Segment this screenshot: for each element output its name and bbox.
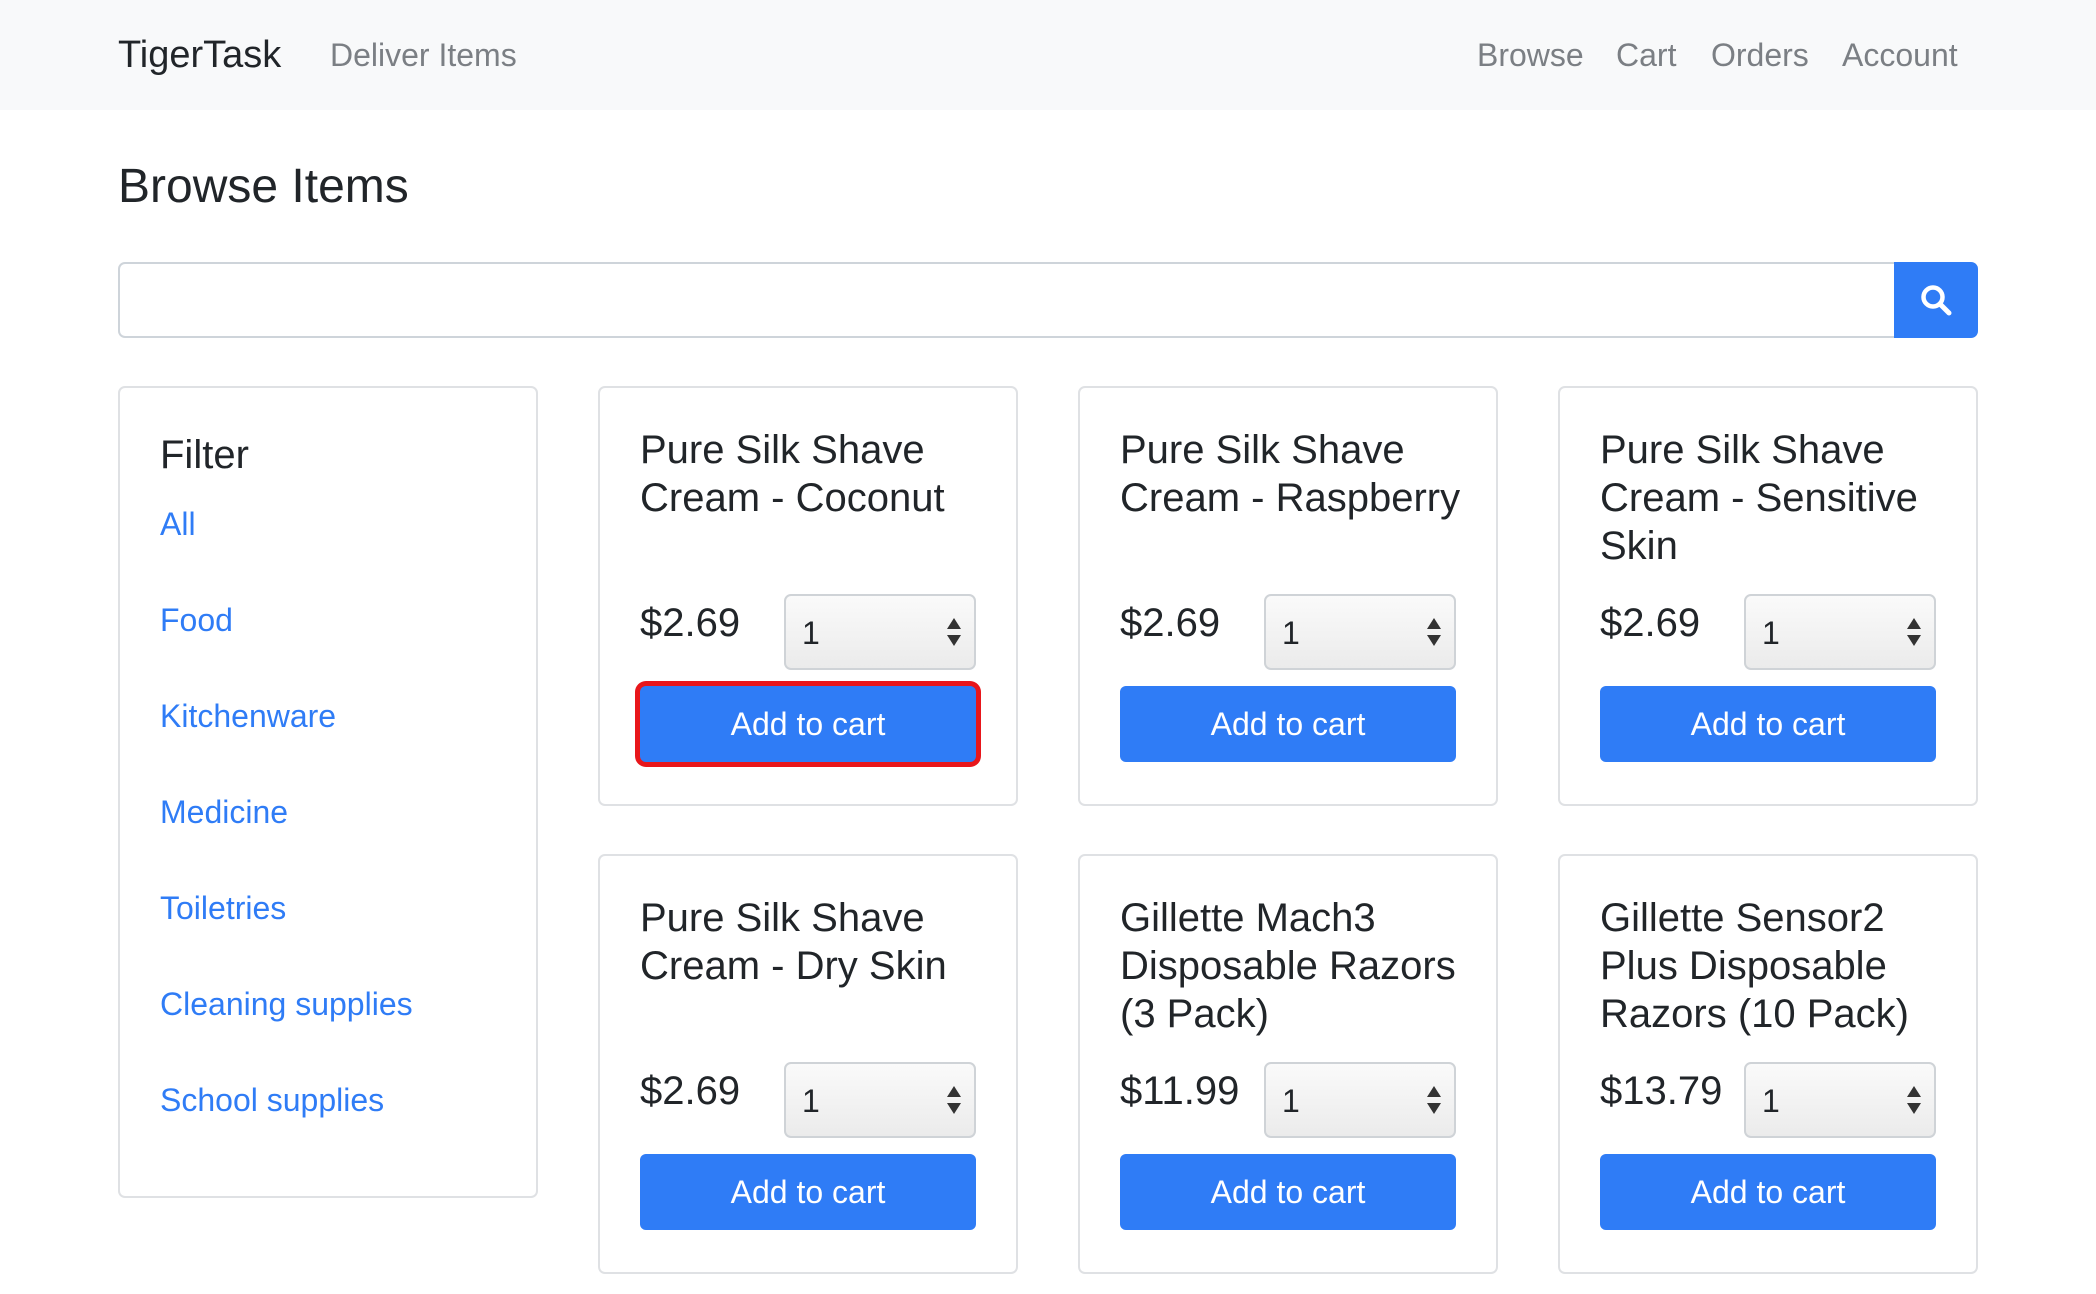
select-arrows-icon xyxy=(947,1086,961,1114)
select-arrows-icon xyxy=(1907,618,1921,646)
quantity-value: 1 xyxy=(1762,615,1780,651)
quantity-value: 1 xyxy=(1282,1083,1300,1119)
product-name: Gillette Mach3 Disposable Razors (3 Pack… xyxy=(1120,896,1456,1036)
filter-kitchenware[interactable]: Kitchenware xyxy=(160,696,336,736)
filter-title: Filter xyxy=(160,433,249,477)
filter-medicine[interactable]: Medicine xyxy=(160,792,288,832)
search-input[interactable] xyxy=(118,262,1896,338)
product-name: Pure Silk Shave Cream - Coconut xyxy=(640,428,945,520)
select-arrows-icon xyxy=(1427,1086,1441,1114)
product-price: $2.69 xyxy=(1120,601,1221,645)
product-name: Pure Silk Shave Cream - Raspberry xyxy=(1120,428,1461,520)
product-card: Pure Silk Shave Cream - Raspberry $2.69 … xyxy=(1078,386,1498,806)
select-arrows-icon xyxy=(947,618,961,646)
filter-panel: Filter All Food Kitchenware Medicine Toi… xyxy=(118,386,538,1198)
product-name: Gillette Sensor2 Plus Disposable Razors … xyxy=(1600,896,1909,1036)
product-card: Pure Silk Shave Cream - Sensitive Skin $… xyxy=(1558,386,1978,806)
product-name: Pure Silk Shave Cream - Sensitive Skin xyxy=(1600,428,1918,568)
quantity-value: 1 xyxy=(1762,1083,1780,1119)
nav-browse[interactable]: Browse xyxy=(1477,32,1584,78)
product-price: $2.69 xyxy=(1600,601,1701,645)
quantity-select[interactable]: 1 xyxy=(1264,1062,1456,1138)
search-icon xyxy=(1921,285,1952,316)
product-card: Pure Silk Shave Cream - Coconut $2.69 1 … xyxy=(598,386,1018,806)
quantity-value: 1 xyxy=(1282,615,1300,651)
add-to-cart-button[interactable]: Add to cart xyxy=(1120,1154,1456,1230)
quantity-select[interactable]: 1 xyxy=(1744,1062,1936,1138)
brand-link[interactable]: TigerTask xyxy=(118,30,281,80)
add-to-cart-button[interactable]: Add to cart xyxy=(1600,686,1936,762)
filter-cleaning-supplies[interactable]: Cleaning supplies xyxy=(160,984,413,1024)
select-arrows-icon xyxy=(1427,618,1441,646)
search-button[interactable] xyxy=(1894,262,1978,338)
product-price: $2.69 xyxy=(640,1069,741,1113)
product-price: $13.79 xyxy=(1600,1069,1723,1113)
add-to-cart-button[interactable]: Add to cart xyxy=(1600,1154,1936,1230)
page-title: Browse Items xyxy=(118,160,409,213)
nav-deliver-items[interactable]: Deliver Items xyxy=(330,32,517,78)
product-price: $11.99 xyxy=(1120,1069,1240,1113)
product-card: Pure Silk Shave Cream - Dry Skin $2.69 1… xyxy=(598,854,1018,1274)
quantity-select[interactable]: 1 xyxy=(784,594,976,670)
product-card: Gillette Mach3 Disposable Razors (3 Pack… xyxy=(1078,854,1498,1274)
filter-food[interactable]: Food xyxy=(160,600,233,640)
quantity-select[interactable]: 1 xyxy=(1744,594,1936,670)
add-to-cart-button[interactable]: Add to cart xyxy=(640,1154,976,1230)
quantity-select[interactable]: 1 xyxy=(784,1062,976,1138)
filter-all[interactable]: All xyxy=(160,504,196,544)
add-to-cart-button[interactable]: Add to cart xyxy=(640,686,976,762)
filter-toiletries[interactable]: Toiletries xyxy=(160,888,286,928)
quantity-select[interactable]: 1 xyxy=(1264,594,1456,670)
product-name: Pure Silk Shave Cream - Dry Skin xyxy=(640,896,947,988)
quantity-value: 1 xyxy=(802,615,820,651)
select-arrows-icon xyxy=(1907,1086,1921,1114)
nav-cart[interactable]: Cart xyxy=(1616,32,1676,78)
product-price: $2.69 xyxy=(640,601,741,645)
quantity-value: 1 xyxy=(802,1083,820,1119)
add-to-cart-button[interactable]: Add to cart xyxy=(1120,686,1456,762)
product-card: Gillette Sensor2 Plus Disposable Razors … xyxy=(1558,854,1978,1274)
navbar: TigerTask Deliver Items Browse Cart Orde… xyxy=(0,0,2096,110)
nav-account[interactable]: Account xyxy=(1842,32,1958,78)
filter-school-supplies[interactable]: School supplies xyxy=(160,1080,384,1120)
nav-orders[interactable]: Orders xyxy=(1711,32,1809,78)
